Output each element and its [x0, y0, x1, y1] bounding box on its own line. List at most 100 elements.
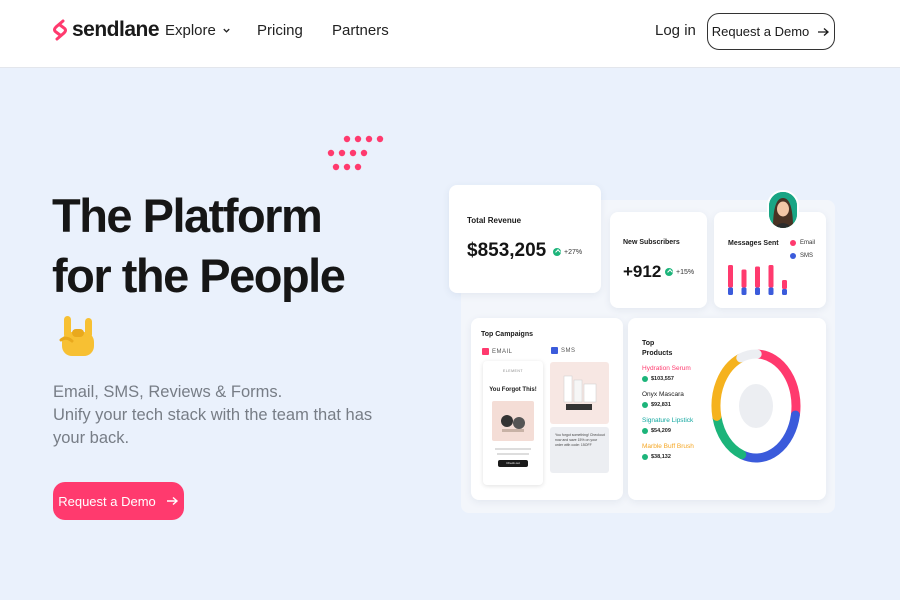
sms-bar: [755, 287, 760, 295]
sms-bar: [728, 287, 733, 295]
top-products-label-line2: Products: [642, 350, 673, 357]
revenue-label: Total Revenue: [467, 216, 522, 225]
top-products-label-line1: Top: [642, 340, 655, 347]
hero-subtitle-line2: Unify your tech stack with the team that…: [53, 406, 373, 447]
sms-bar: [741, 287, 747, 295]
revenue-delta-value: +27%: [564, 248, 583, 256]
cosmetics-product-icon: [563, 375, 597, 410]
product-value-row: $103,557: [642, 376, 674, 382]
campaign-sms-label: SMS: [561, 347, 576, 354]
donut-center: [739, 384, 773, 428]
email-bar: [755, 266, 760, 288]
campaign-email-label: EMAIL: [492, 348, 513, 355]
arrow-right-icon: [166, 496, 178, 506]
email-text-line: [497, 453, 529, 455]
hero-title-line2: for the People: [52, 249, 346, 302]
top-products-card: Top Products Hydration Serum $103,557 On…: [628, 318, 826, 500]
product-value-row: $54,209: [642, 428, 671, 434]
email-bar: [782, 280, 787, 289]
products-donut-chart: [711, 349, 801, 463]
email-bar: [741, 269, 747, 288]
hero-subtitle: Email, SMS, Reviews & Forms. Unify your …: [53, 381, 373, 450]
legend-sms: SMS: [790, 253, 813, 259]
request-demo-header-label: Request a Demo: [711, 24, 810, 39]
email-checkout-button: Check out: [498, 460, 528, 467]
person-avatar-icon: [769, 192, 797, 228]
product-name: Hydration Serum: [642, 365, 691, 372]
nav-explore[interactable]: Explore: [165, 22, 231, 39]
sms-icon: [551, 347, 558, 354]
hero-title-line1: The Platform: [52, 189, 323, 242]
email-bar: [728, 265, 733, 288]
donut-segment: [712, 412, 747, 460]
email-brand: ELEMENT: [502, 369, 524, 373]
legend-sms-label: SMS: [800, 253, 814, 259]
subscribers-value: +912: [623, 262, 662, 281]
email-campaign-preview: ELEMENT You Forgot This! Check out: [483, 361, 543, 485]
donut-segment: [711, 353, 745, 421]
revenue-card: Total Revenue $853,205 +27%: [449, 185, 601, 293]
product-value: $54,209: [651, 428, 671, 434]
subscribers-label: New Subscribers: [623, 239, 680, 246]
product-image: [492, 401, 534, 441]
subscribers-delta: +15%: [665, 268, 694, 276]
email-bar: [768, 265, 774, 288]
email-headline: You Forgot This!: [489, 387, 537, 393]
campaign-email-tag: EMAIL: [482, 348, 513, 355]
campaigns-label: Top Campaigns: [481, 331, 533, 338]
hero-title: The Platform for the People: [52, 186, 346, 306]
legend-email: Email: [790, 240, 815, 246]
arrow-right-icon: [818, 27, 830, 36]
chevron-down-icon: [223, 28, 230, 33]
avatar: [767, 190, 799, 230]
messages-bar-chart: [728, 265, 787, 295]
trend-up-icon: [642, 428, 648, 434]
sendlane-logo[interactable]: sendlane: [52, 18, 160, 42]
top-products-label: Top Products: [642, 339, 672, 359]
nav-partners[interactable]: Partners: [332, 22, 389, 39]
logo-text: sendlane: [72, 18, 160, 41]
request-demo-header-button[interactable]: Request a Demo: [707, 13, 835, 50]
trend-up-icon: [553, 248, 561, 256]
sms-message-bubble: You forgot something! Checkout now and s…: [550, 427, 609, 473]
sms-bar: [768, 287, 774, 295]
trend-up-icon: [642, 376, 648, 382]
legend-sms-dot: [790, 253, 796, 259]
trend-up-icon: [665, 268, 673, 276]
product-name: Signature Lipstick: [642, 417, 694, 424]
sms-message-text: You forgot something! Checkout now and s…: [555, 433, 605, 447]
revenue-delta: +27%: [553, 248, 582, 256]
legend-email-dot: [790, 240, 796, 246]
product-name: Marble Buff Brush: [642, 443, 694, 450]
hero-subtitle-line1: Email, SMS, Reviews & Forms.: [53, 383, 283, 401]
login-link[interactable]: Log in: [655, 22, 696, 39]
sms-bar: [782, 289, 787, 295]
campaign-sms-tag: SMS: [551, 347, 576, 354]
donut-segment: [736, 349, 762, 363]
email-text-line: [495, 448, 531, 450]
request-demo-hero-label: Request a Demo: [58, 493, 156, 509]
messages-label: Messages Sent: [728, 240, 779, 247]
rock-on-hand-icon: [59, 316, 94, 356]
product-value-row: $92,831: [642, 402, 671, 408]
subscribers-card: New Subscribers +912 +15%: [610, 212, 707, 308]
product-value: $92,831: [651, 402, 671, 408]
nav-pricing[interactable]: Pricing: [257, 22, 303, 39]
messages-card: Messages Sent Email SMS: [714, 212, 826, 308]
site-header: sendlane Explore Pricing Partners Log in…: [0, 0, 900, 68]
product-value-row: $38,132: [642, 454, 671, 460]
product-value: $103,557: [651, 376, 674, 382]
email-icon: [482, 348, 489, 355]
product-value: $38,132: [651, 454, 671, 460]
sms-campaign-image: [550, 362, 609, 424]
trend-up-icon: [642, 402, 648, 408]
trend-up-icon: [642, 454, 648, 460]
request-demo-hero-button[interactable]: Request a Demo: [53, 482, 184, 520]
subscribers-delta-value: +15%: [676, 268, 695, 276]
nav-explore-label: Explore: [165, 22, 216, 39]
sendlane-s-icon: [53, 19, 67, 41]
revenue-value: $853,205: [467, 240, 547, 261]
compact-product-icon: [501, 415, 525, 432]
product-name: Onyx Mascara: [642, 391, 684, 398]
decorative-dots: [327, 135, 384, 171]
